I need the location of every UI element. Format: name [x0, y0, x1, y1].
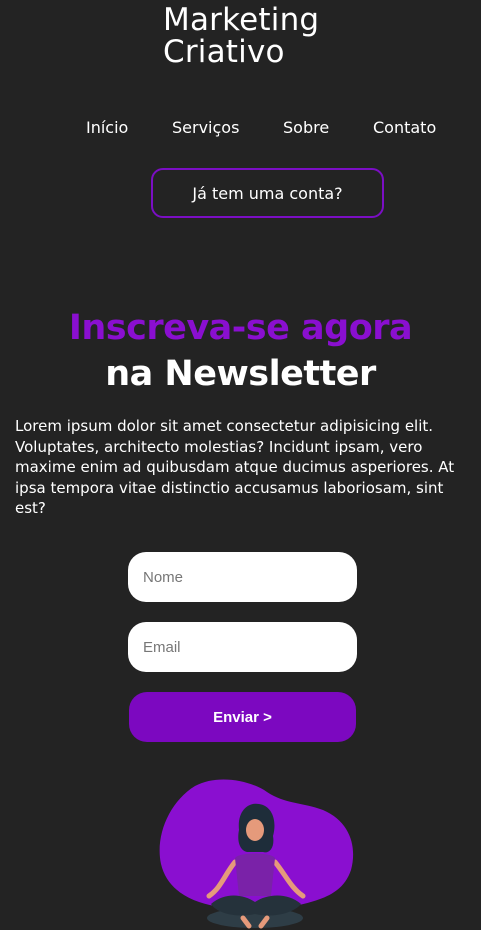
main-nav: Início Serviços Sobre Contato [0, 118, 481, 138]
torso [235, 853, 275, 896]
login-button[interactable]: Já tem uma conta? [151, 168, 384, 218]
nav-item-servicos[interactable]: Serviços [172, 118, 239, 137]
email-field[interactable] [128, 622, 357, 672]
meditation-illustration [159, 779, 354, 929]
face [246, 819, 264, 841]
intro-paragraph: Lorem ipsum dolor sit amet consectetur a… [15, 417, 455, 517]
brand-line-2: Criativo [163, 34, 285, 70]
nav-item-inicio[interactable]: Início [86, 118, 128, 137]
landing-page: Marketing Criativo Início Serviços Sobre… [0, 0, 481, 930]
headline-main: na Newsletter [105, 354, 376, 394]
brand-line-1: Marketing [163, 2, 320, 38]
submit-button[interactable]: Enviar > [129, 692, 356, 742]
name-field[interactable] [128, 552, 357, 602]
nav-item-sobre[interactable]: Sobre [283, 118, 329, 137]
nav-item-contato[interactable]: Contato [373, 118, 436, 137]
brand-logo-text[interactable]: Marketing Criativo [163, 4, 319, 68]
headline-accent: Inscreva-se agora [68, 308, 413, 348]
